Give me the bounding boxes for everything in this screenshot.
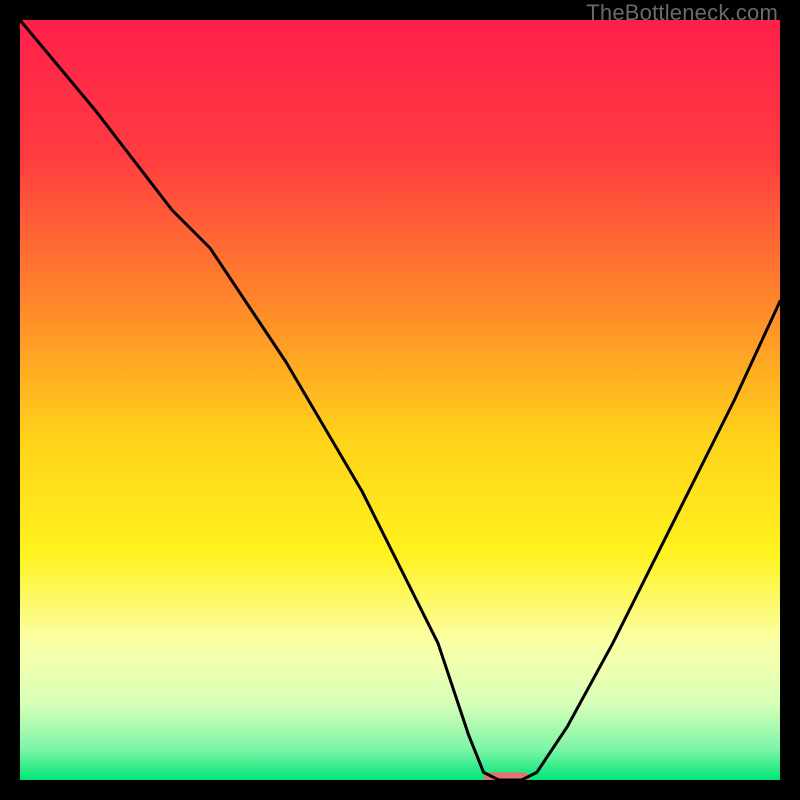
gradient-background bbox=[20, 20, 780, 780]
bottleneck-chart bbox=[20, 20, 780, 780]
chart-frame: TheBottleneck.com bbox=[0, 0, 800, 800]
